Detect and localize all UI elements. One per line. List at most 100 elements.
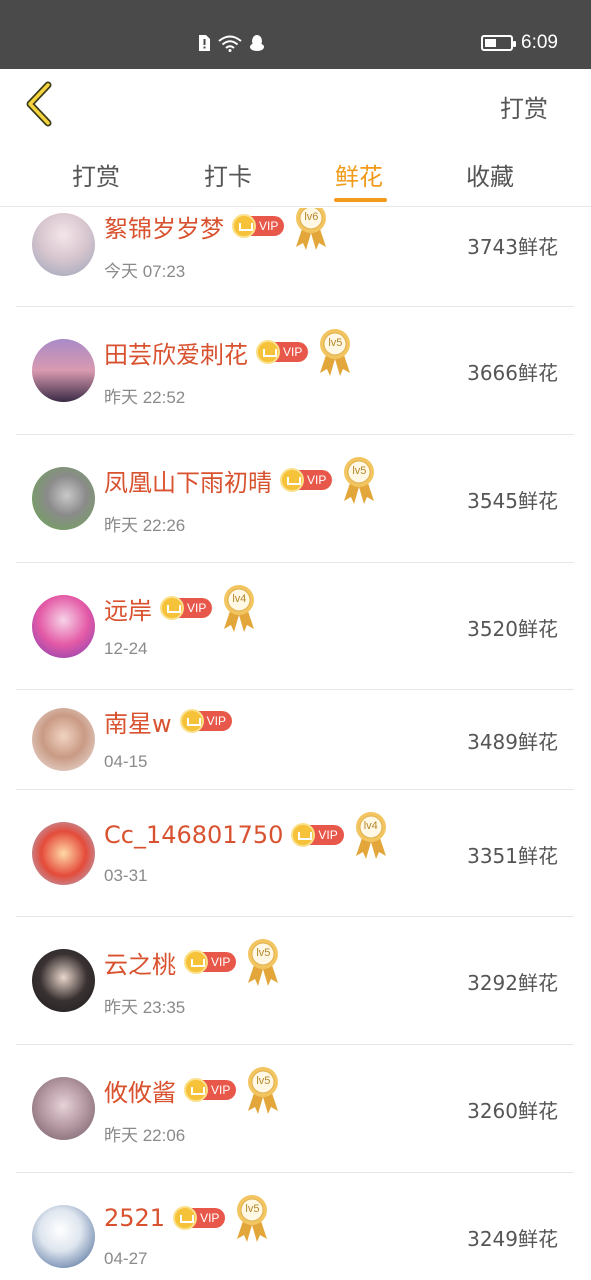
user-name-line: 絮锦岁岁梦 VIP lv6 xyxy=(104,208,330,251)
vip-label: VIP xyxy=(318,828,338,842)
status-icons xyxy=(197,33,265,53)
flower-count: 3489鲜花 xyxy=(467,730,558,754)
level-label: lv6 xyxy=(304,211,319,223)
flower-ranking-list[interactable]: 絮锦岁岁梦 VIP lv6 今天 07:23 3743鲜花田芸欣爱刺花 VIP lv5 昨天 … xyxy=(0,208,591,1280)
level-label: lv4 xyxy=(363,820,378,832)
list-item[interactable]: 云之桃 VIP lv5 昨天 23:35 3292鲜花 xyxy=(16,917,574,1045)
avatar[interactable] xyxy=(32,595,95,658)
vip-badge: VIP xyxy=(173,1206,226,1230)
level-label: lv5 xyxy=(328,337,343,349)
level-medal-icon: lv5 xyxy=(244,937,282,987)
user-name[interactable]: 云之桃 xyxy=(104,945,176,980)
vip-label: VIP xyxy=(307,473,327,487)
crown-icon xyxy=(232,214,256,238)
back-button[interactable] xyxy=(22,81,58,127)
user-name[interactable]: 南星w xyxy=(104,704,172,739)
user-name-line: 云之桃 VIP lv5 xyxy=(104,937,282,987)
timestamp: 03-31 xyxy=(104,866,148,885)
user-name-line: Cc_146801750 VIP lv4 xyxy=(104,810,390,860)
flower-count: 3545鲜花 xyxy=(467,489,558,513)
sim-alert-icon xyxy=(199,35,210,51)
timestamp: 昨天 23:35 xyxy=(104,998,186,1017)
vip-badge: VIP xyxy=(184,1078,237,1102)
vip-badge: VIP xyxy=(160,596,213,620)
crown-icon xyxy=(179,709,204,733)
level-medal-icon: lv5 xyxy=(244,1065,282,1115)
user-name-line: 南星w VIP xyxy=(104,696,232,746)
flower-count: 3743鲜花 xyxy=(467,235,558,259)
app-header: 打赏 xyxy=(0,69,591,139)
avatar[interactable] xyxy=(32,213,95,276)
tab-bar: 打赏 打卡 鲜花 收藏 xyxy=(0,139,591,207)
level-label: lv5 xyxy=(245,1203,260,1215)
vip-badge: VIP xyxy=(232,214,285,238)
avatar[interactable] xyxy=(32,1205,95,1268)
tab-flowers[interactable]: 鲜花 xyxy=(335,157,383,192)
timestamp: 今天 07:23 xyxy=(104,262,186,281)
flower-count: 3292鲜花 xyxy=(467,971,558,995)
crown-icon xyxy=(184,950,208,974)
avatar[interactable] xyxy=(32,708,95,771)
avatar[interactable] xyxy=(32,822,95,885)
crown-icon xyxy=(256,340,280,364)
vip-label: VIP xyxy=(187,601,207,615)
battery-icon xyxy=(481,35,517,51)
wifi-icon xyxy=(218,35,242,52)
status-right: 6:09 xyxy=(481,32,558,54)
list-item[interactable]: 田芸欣爱刺花 VIP lv5 昨天 22:52 3666鲜花 xyxy=(16,307,574,435)
level-label: lv5 xyxy=(256,947,271,959)
list-item[interactable]: 远岸 VIP lv4 12-24 3520鲜花 xyxy=(16,563,574,690)
vip-label: VIP xyxy=(211,1083,231,1097)
timestamp: 昨天 22:26 xyxy=(104,516,186,535)
avatar[interactable] xyxy=(32,949,95,1012)
user-name-line: 攸攸酱 VIP lv5 xyxy=(104,1065,282,1115)
reward-button[interactable]: 打赏 xyxy=(500,89,548,124)
list-item[interactable]: 2521 VIP lv5 04-27 3249鲜花 xyxy=(16,1173,574,1280)
user-name-line: 田芸欣爱刺花 VIP lv5 xyxy=(104,327,354,377)
flower-count: 3520鲜花 xyxy=(467,617,558,641)
flower-count: 3260鲜花 xyxy=(467,1099,558,1123)
user-name[interactable]: 远岸 xyxy=(104,591,152,626)
crown-icon xyxy=(184,1078,208,1102)
level-medal-icon: lv4 xyxy=(220,583,258,633)
level-medal-icon: lv5 xyxy=(340,455,378,505)
user-name-line: 2521 VIP lv5 xyxy=(104,1193,271,1243)
tab-favorites[interactable]: 收藏 xyxy=(466,157,514,192)
tab-checkin[interactable]: 打卡 xyxy=(204,157,252,192)
list-item[interactable]: 凤凰山下雨初晴 VIP lv5 昨天 22:26 3545鲜花 xyxy=(16,435,574,563)
avatar[interactable] xyxy=(32,467,95,530)
timestamp: 04-27 xyxy=(104,1249,148,1268)
crown-icon xyxy=(160,596,184,620)
user-name[interactable]: 田芸欣爱刺花 xyxy=(104,335,248,370)
timestamp: 昨天 22:06 xyxy=(104,1126,186,1145)
avatar[interactable] xyxy=(32,1077,95,1140)
list-item[interactable]: 絮锦岁岁梦 VIP lv6 今天 07:23 3743鲜花 xyxy=(16,208,574,307)
vip-label: VIP xyxy=(283,345,303,359)
avatar[interactable] xyxy=(32,339,95,402)
qq-icon xyxy=(250,35,264,51)
vip-label: VIP xyxy=(259,219,279,233)
level-label: lv5 xyxy=(352,465,367,477)
crown-icon xyxy=(173,1206,198,1230)
tab-reward[interactable]: 打赏 xyxy=(72,157,120,192)
user-name[interactable]: 凤凰山下雨初晴 xyxy=(104,463,272,498)
list-item[interactable]: Cc_146801750 VIP lv4 03-31 3351鲜花 xyxy=(16,790,574,917)
timestamp: 昨天 22:52 xyxy=(104,388,186,407)
user-name[interactable]: 2521 xyxy=(104,1204,165,1232)
vip-badge: VIP xyxy=(179,709,232,733)
crown-icon xyxy=(291,823,316,847)
level-label: lv4 xyxy=(232,593,247,605)
vip-label: VIP xyxy=(211,955,231,969)
timestamp: 12-24 xyxy=(104,639,148,658)
user-name[interactable]: 攸攸酱 xyxy=(104,1073,176,1108)
list-item[interactable]: 南星w VIP 04-15 3489鲜花 xyxy=(16,690,574,790)
clock: 6:09 xyxy=(521,32,558,53)
level-medal-icon: lv6 xyxy=(292,208,330,251)
level-label: lv5 xyxy=(256,1075,271,1087)
vip-badge: VIP xyxy=(291,823,344,847)
user-name[interactable]: 絮锦岁岁梦 xyxy=(104,209,224,244)
list-item[interactable]: 攸攸酱 VIP lv5 昨天 22:06 3260鲜花 xyxy=(16,1045,574,1173)
user-name[interactable]: Cc_146801750 xyxy=(104,821,283,849)
battery-level xyxy=(485,39,497,47)
vip-badge: VIP xyxy=(184,950,237,974)
